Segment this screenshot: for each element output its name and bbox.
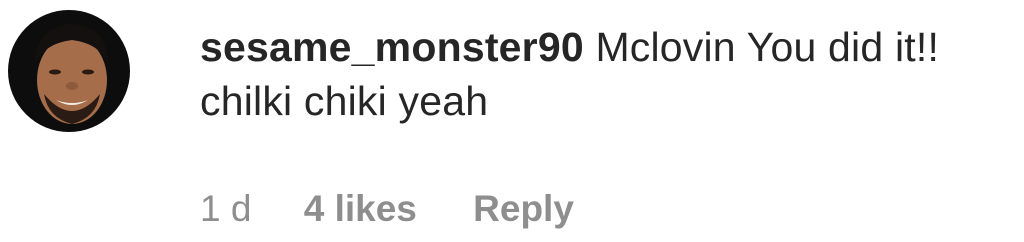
avatar[interactable] (8, 10, 130, 132)
comment-meta: 1 d 4 likes Reply (200, 186, 574, 232)
comment-body: sesame_monster90 Mclovin You did it!! ch… (200, 20, 1016, 128)
comment-timestamp[interactable]: 1 d (200, 188, 251, 229)
comment-username[interactable]: sesame_monster90 (200, 24, 584, 70)
comment: sesame_monster90 Mclovin You did it!! ch… (0, 0, 1024, 242)
reply-button[interactable]: Reply (473, 188, 574, 229)
likes-count[interactable]: 4 likes (304, 188, 417, 229)
